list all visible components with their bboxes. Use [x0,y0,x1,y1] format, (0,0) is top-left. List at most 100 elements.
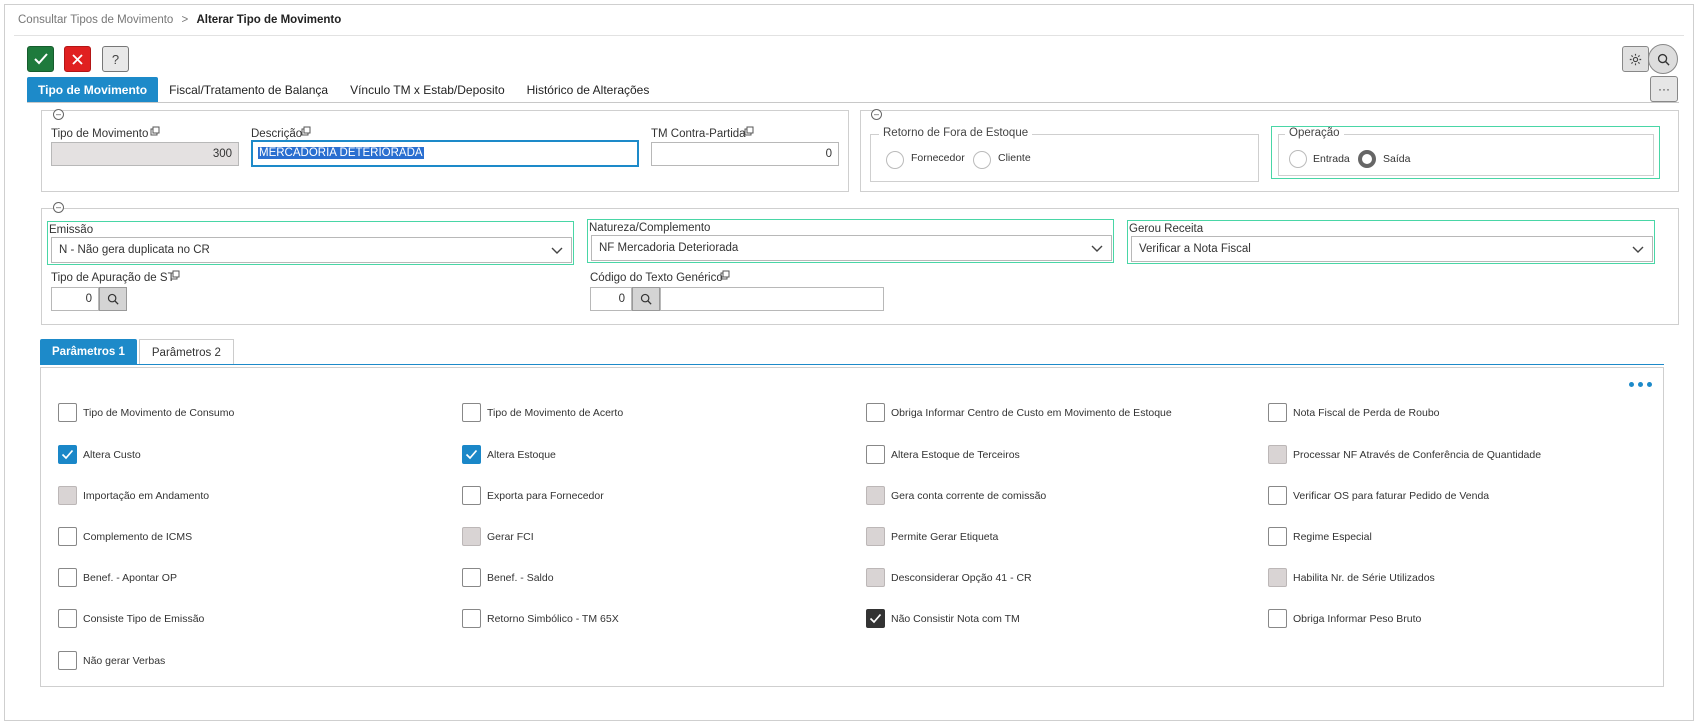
param-label: Altera Custo [83,449,141,461]
tab-vinculo[interactable]: Vínculo TM x Estab/Deposito [339,77,516,103]
param-label: Altera Estoque [487,449,556,461]
param-checkbox [866,568,885,587]
param-label: Retorno Simbólico - TM 65X [487,613,619,625]
param-label: Permite Gerar Etiqueta [891,531,999,543]
breadcrumb-parent[interactable]: Consultar Tipos de Movimento [18,14,173,26]
param-label: Benef. - Saldo [487,572,554,584]
param-checkbox[interactable] [462,486,481,505]
param-tabs: Parâmetros 1 Parâmetros 2 [40,339,234,365]
param-label: Desconsiderar Opção 41 - CR [891,572,1032,584]
search-icon [1657,53,1670,66]
param-label: Gera conta corrente de comissão [891,490,1047,502]
codigo-description-field [660,287,884,311]
tipo-field[interactable]: 300 [51,142,239,166]
param-checkbox[interactable] [462,445,481,464]
descricao-field[interactable]: MERCADORIA DETERIORADA [251,140,639,167]
save-button[interactable] [27,46,54,72]
param-checkbox[interactable] [866,609,885,628]
param-checkbox[interactable] [866,403,885,422]
descricao-label: Descrição [251,128,303,140]
chevron-down-icon [1091,245,1103,252]
gear-icon [1629,53,1642,65]
param-tab-underline [40,364,1664,365]
param-checkbox[interactable] [866,445,885,464]
apuracao-label: Tipo de Apuração de ST [51,272,175,284]
param-label: Habilita Nr. de Série Utilizados [1293,572,1435,584]
radio-entrada-label: Entrada [1313,153,1350,165]
param-checkbox[interactable] [462,609,481,628]
chevron-down-icon [1632,246,1644,253]
param-checkbox[interactable] [58,651,77,670]
collapse-icon[interactable]: – [871,109,882,120]
settings-button[interactable] [1622,46,1649,72]
tab-fiscal[interactable]: Fiscal/Tratamento de Balança [158,77,339,103]
natureza-select[interactable]: NF Mercadoria Deteriorada [591,235,1112,261]
search-icon [640,293,652,305]
param-checkbox[interactable] [58,568,77,587]
param-label: Regime Especial [1293,531,1372,543]
tipo-label: Tipo de Movimento [51,128,149,140]
descricao-value: MERCADORIA DETERIORADA [258,147,424,159]
more-options-button[interactable]: ··· [1650,76,1678,102]
radio-fornecedor[interactable] [886,151,904,169]
tab-parametros-1[interactable]: Parâmetros 1 [40,339,137,365]
params-more-icon[interactable] [1629,382,1655,388]
breadcrumb-current: Alterar Tipo de Movimento [196,14,342,26]
breadcrumb: Consultar Tipos de Movimento > Alterar T… [18,14,341,26]
codigo-field[interactable]: 0 [590,287,632,311]
param-checkbox [1268,568,1287,587]
param-label: Tipo de Movimento de Consumo [83,407,235,419]
param-checkbox [1268,445,1287,464]
copy-icon [744,126,754,136]
copy-icon [301,126,311,136]
param-checkbox[interactable] [462,568,481,587]
divider [14,35,1684,36]
radio-saida[interactable] [1358,150,1376,168]
param-checkbox[interactable] [58,403,77,422]
codigo-search-button[interactable] [632,287,660,311]
contra-field[interactable]: 0 [651,142,839,166]
apuracao-search-button[interactable] [99,287,127,311]
param-label: Importação em Andamento [83,490,210,502]
gerou-select[interactable]: Verificar a Nota Fiscal [1131,236,1653,262]
help-button[interactable]: ? [102,46,129,72]
copy-icon [150,126,160,136]
radio-entrada[interactable] [1289,150,1307,168]
param-checkbox[interactable] [1268,486,1287,505]
param-label: Processar NF Através de Conferência de Q… [1293,449,1542,461]
param-checkbox[interactable] [1268,609,1287,628]
operacao-legend: Operação [1285,127,1344,139]
main-tabs: Tipo de Movimento Fiscal/Tratamento de B… [27,77,660,103]
param-checkbox[interactable] [462,403,481,422]
global-search-button[interactable] [1648,44,1678,74]
natureza-value: NF Mercadoria Deteriorada [599,242,739,254]
cancel-button[interactable] [64,46,91,72]
tab-parametros-2[interactable]: Parâmetros 2 [138,339,234,365]
radio-cliente[interactable] [973,151,991,169]
apuracao-field[interactable]: 0 [51,287,99,311]
emissao-value: N - Não gera duplicata no CR [59,244,210,256]
collapse-icon[interactable]: – [53,109,64,120]
check-icon [869,613,882,624]
param-checkbox [866,486,885,505]
param-label: Altera Estoque de Terceiros [891,449,1020,461]
tab-tipo-de-movimento[interactable]: Tipo de Movimento [27,77,159,103]
emissao-select[interactable]: N - Não gera duplicata no CR [51,237,572,263]
param-label: Nota Fiscal de Perda de Roubo [1293,407,1440,419]
collapse-icon[interactable]: – [53,202,64,213]
param-checkbox[interactable] [58,445,77,464]
tab-historico[interactable]: Histórico de Alterações [516,77,661,103]
param-label: Complemento de ICMS [83,531,193,543]
param-label: Obriga Informar Centro de Custo em Movim… [891,407,1172,419]
check-icon [61,449,74,460]
breadcrumb-separator: > [181,14,189,26]
copy-icon [720,270,730,280]
param-label: Gerar FCI [487,531,534,543]
param-checkbox[interactable] [1268,527,1287,546]
close-icon [72,53,83,65]
param-checkbox[interactable] [58,527,77,546]
tab-underline [27,102,1679,103]
param-checkbox[interactable] [1268,403,1287,422]
param-checkbox[interactable] [58,609,77,628]
param-checkbox [58,486,77,505]
